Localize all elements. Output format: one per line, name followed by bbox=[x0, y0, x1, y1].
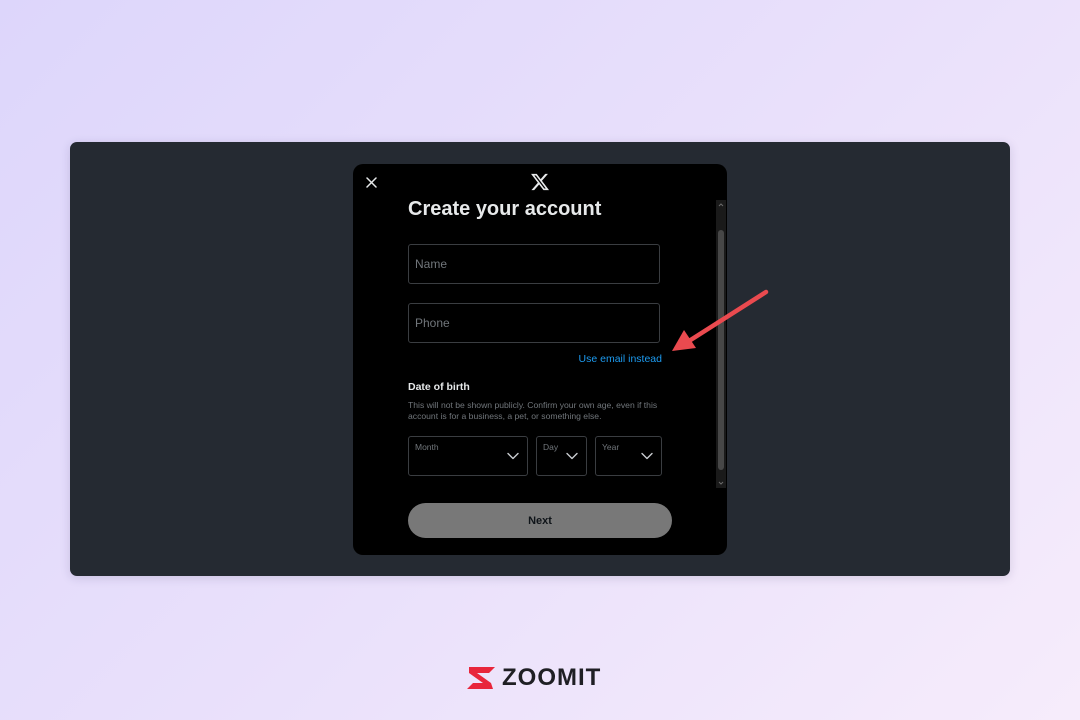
x-logo-icon bbox=[531, 173, 550, 191]
brand-watermark: ZOOMIT bbox=[465, 664, 601, 692]
month-select-label: Month bbox=[415, 442, 439, 452]
zoomit-logo-icon bbox=[467, 667, 495, 689]
date-of-birth-label: Date of birth bbox=[408, 381, 470, 393]
scroll-up-arrow-icon[interactable] bbox=[718, 202, 724, 208]
year-select[interactable]: Year bbox=[595, 436, 662, 476]
page-title: Create your account bbox=[408, 198, 602, 220]
day-select[interactable]: Day bbox=[536, 436, 587, 476]
close-button[interactable] bbox=[361, 172, 381, 192]
date-of-birth-help-text: This will not be shown publicly. Confirm… bbox=[408, 400, 658, 421]
brand-name: ZOOMIT bbox=[502, 664, 602, 691]
chevron-down-icon bbox=[566, 452, 578, 460]
scroll-down-arrow-icon[interactable] bbox=[718, 480, 724, 486]
year-select-label: Year bbox=[602, 442, 620, 452]
day-select-label: Day bbox=[543, 442, 559, 452]
chevron-down-icon bbox=[641, 452, 653, 460]
close-icon bbox=[365, 176, 377, 188]
next-button[interactable]: Next bbox=[408, 503, 672, 538]
annotation-arrow-icon bbox=[672, 289, 769, 351]
create-account-modal: Create your account Use email instead Da… bbox=[353, 164, 727, 555]
use-email-instead-link[interactable]: Use email instead bbox=[579, 353, 662, 365]
chevron-down-icon bbox=[507, 452, 519, 460]
month-select[interactable]: Month bbox=[408, 436, 528, 476]
phone-field[interactable] bbox=[408, 303, 660, 343]
name-field[interactable] bbox=[408, 244, 660, 284]
